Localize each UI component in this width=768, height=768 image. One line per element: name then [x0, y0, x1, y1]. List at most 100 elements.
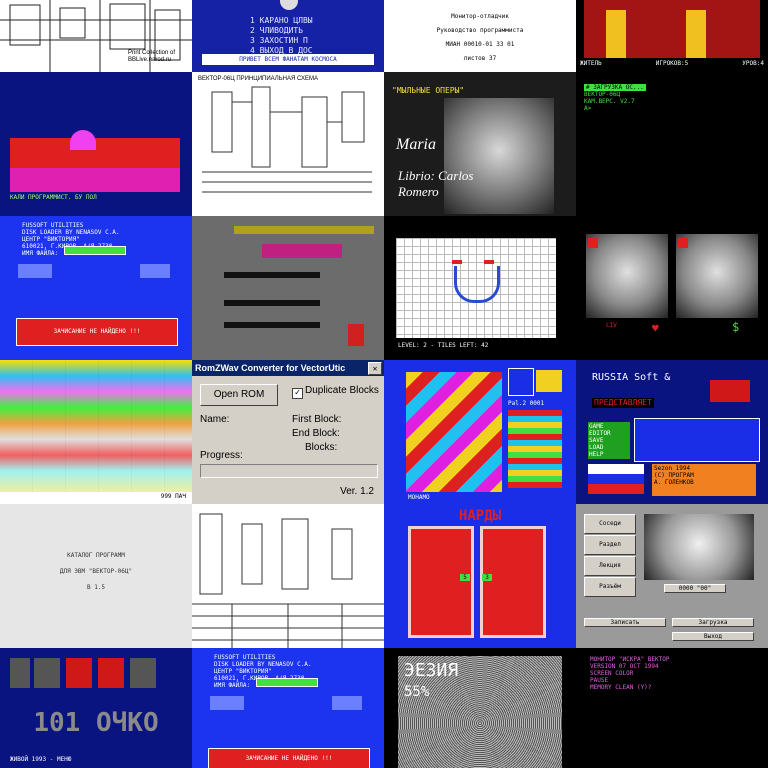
menu-item[interactable]: EDITOR	[589, 430, 629, 437]
title: RUSSIA Soft &	[592, 372, 671, 383]
menu-item[interactable]: LOAD	[589, 444, 629, 451]
dollar-icon: $	[732, 320, 740, 334]
palette-list	[508, 410, 562, 488]
loader-line: DISK LOADER BY NENASOV C.A.	[22, 229, 120, 236]
marker	[678, 238, 688, 248]
side-button[interactable]: Соседи	[584, 514, 636, 534]
catalog-line: КАТАЛОГ ПРОГРАММ	[67, 552, 125, 559]
menu-item[interactable]: 1 КАРАНО ЦЛВЫ	[250, 16, 313, 26]
progress-bar	[256, 678, 318, 687]
tile-color-palette: 999 ПАЧ	[0, 360, 192, 504]
menu-item[interactable]: HELP	[589, 451, 629, 458]
info-line: А. ГОЛЕНКОВ	[654, 479, 694, 486]
error-message: ЗАЧИСАНИЕ НЕ НАЙДЕНО !!!	[208, 748, 370, 768]
side-button[interactable]: Лекция	[584, 556, 636, 576]
pixel-canvas	[406, 372, 502, 492]
graphic	[140, 264, 170, 278]
title: 101 ОЧКО	[33, 708, 159, 738]
progress-bar	[64, 246, 126, 255]
boot-line: # ЗАГРУЗКА ОС...	[584, 84, 646, 91]
tile-platform-game: ЖИТЕЛЬ ИГРОКОВ:5 УРОВ:4	[576, 0, 768, 72]
graphic	[332, 696, 362, 710]
blocks-label: Blocks:	[305, 442, 338, 453]
menu-item[interactable]: 3 ЗАХОСТИН П	[250, 36, 313, 46]
card	[10, 658, 30, 688]
close-button[interactable]: ✕	[368, 362, 382, 375]
loader-line: DISK LOADER BY NENASOV C.A.	[214, 661, 312, 668]
loader-line: FUSSOFT UTILITIES	[214, 654, 276, 661]
menu-item[interactable]: GAME	[589, 423, 629, 430]
subtitle: 55%	[404, 684, 430, 700]
exit-button[interactable]: Выход	[672, 632, 754, 641]
duplicate-label: Duplicate Blocks	[305, 385, 379, 396]
tile-card-game: 101 ОЧКО ЖИВОЙ 1993 - МЕНЮ	[0, 648, 192, 768]
title: НАРДЫ	[458, 508, 502, 524]
tile-disk-loader-1: FUSSOFT UTILITIES DISK LOADER BY NENASOV…	[0, 216, 192, 360]
portrait-right	[676, 234, 758, 318]
doc-line: листов 37	[463, 55, 497, 62]
menu-item[interactable]: SAVE	[589, 437, 629, 444]
tile-palette-editor: Pal.2 0001 MOHAMO	[384, 360, 576, 504]
table	[224, 322, 320, 328]
doc-line: Руководство программиста	[436, 27, 524, 34]
load-button[interactable]: Загрузка	[672, 618, 754, 627]
boot-line: А>	[584, 105, 592, 112]
open-rom-button[interactable]: Open ROM	[200, 384, 278, 406]
boot-line: КАМ.ВЕРС. V2.7	[584, 98, 635, 105]
side-button[interactable]: Раздел	[584, 535, 636, 555]
tile-photo-editor: Соседи Раздел Лекция Разъём 0000 "00" За…	[576, 504, 768, 648]
version-label: Ver. 1.2	[340, 486, 374, 497]
die: 5	[460, 574, 470, 581]
ladder	[686, 10, 706, 58]
progress-bar	[200, 464, 378, 478]
board-left	[408, 526, 474, 638]
planet-icon	[280, 0, 298, 10]
monitor-line: VERSION 07 OCT 1994	[590, 663, 659, 670]
marker	[588, 238, 598, 248]
ground	[10, 168, 180, 192]
tile-schematic-3	[192, 504, 384, 648]
card	[130, 658, 156, 688]
title: ЭЕЗИЯ	[404, 660, 459, 681]
logo: Maria	[396, 136, 436, 153]
code-field: 0000 "00"	[664, 584, 726, 593]
dome	[70, 130, 96, 150]
table	[224, 272, 320, 278]
preview-box	[508, 368, 534, 396]
heart-icon: ♥	[652, 322, 659, 335]
emblem-icon	[710, 380, 750, 402]
page-label: 999 ПАЧ	[160, 493, 186, 500]
card	[98, 658, 124, 688]
doc-line: МИАН 00010-01 33 01	[445, 41, 515, 48]
window-title: RomZWav Converter for VectorUtic	[192, 360, 384, 376]
info-line: (С) ПРОГРАМ	[654, 472, 694, 479]
side-button[interactable]: Разъём	[584, 577, 636, 597]
player-sprite	[348, 324, 364, 346]
status: LEVEL: 2 - TILES LEFT: 42	[398, 342, 489, 349]
banner: ПРИВЕТ ВСЕМ ФАНАТАМ КОСМОСА	[202, 54, 374, 65]
lives: LIV	[606, 322, 617, 329]
monitor-line: МОНИТОР "ИСКРА" ВЕКТОР	[590, 656, 670, 663]
duplicate-checkbox[interactable]: ✓	[292, 388, 303, 399]
flag-icon	[588, 464, 644, 494]
boot-line: ВЕКТОР-06Ц	[584, 91, 621, 98]
tile-schematic-2: ВЕКТОР-06Ц ПРИНЦИПИАЛЬНАЯ СХЕМА	[192, 72, 384, 216]
info-panel	[634, 418, 760, 462]
loader-line: ЦЕНТР "ВИКТОРИЯ"	[22, 236, 80, 243]
status: УРОВ:4	[742, 60, 764, 67]
end-block-label: End Block:	[292, 428, 340, 439]
name-label: Name:	[200, 414, 230, 425]
monitor-line: PAUSE	[590, 677, 609, 684]
card	[34, 658, 60, 688]
save-button[interactable]: Записать	[584, 618, 666, 627]
tile-nardy: НАРДЫ 5 3	[384, 504, 576, 648]
footer: КАЛИ ПРОГРАММИСТ. БУ ПОЛ	[10, 194, 97, 201]
menu-item[interactable]: 2 ЧЛИВОДИТЬ	[250, 26, 313, 36]
tile-space-menu: 1 КАРАНО ЦЛВЫ 2 ЧЛИВОДИТЬ 3 ЗАХОСТИН П 4…	[192, 0, 384, 72]
tile-catalog-cover: КАТАЛОГ ПРОГРАММ ДЛЯ ЭВМ "ВЕКТОР-06Ц" В …	[0, 504, 192, 648]
catalog-line: ДЛЯ ЭВМ "ВЕКТОР-06Ц"	[59, 568, 133, 575]
progress-label: Progress:	[200, 450, 243, 461]
smiley	[454, 266, 500, 303]
tile-noisy-image: ЭЕЗИЯ 55%	[384, 648, 576, 768]
tile-boot-screen: # ЗАГРУЗКА ОС... ВЕКТОР-06Ц КАМ.ВЕРС. V2…	[576, 72, 768, 216]
